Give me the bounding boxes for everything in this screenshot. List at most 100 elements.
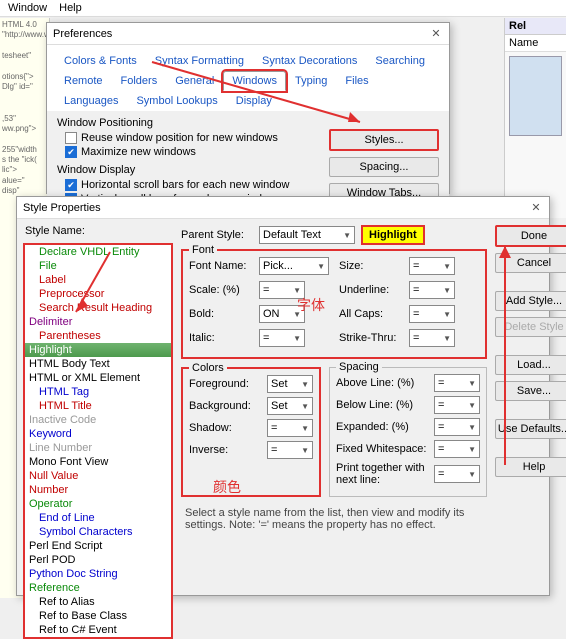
chevron-down-icon: ▼ xyxy=(468,445,476,454)
style-item[interactable]: HTML or XML Element xyxy=(25,371,171,385)
above-line-select[interactable]: =▼ xyxy=(434,374,480,392)
parent-style-label: Parent Style: xyxy=(181,229,253,241)
shadow-select[interactable]: =▼ xyxy=(267,419,313,437)
style-item[interactable]: Search Result Heading xyxy=(25,301,171,315)
code-fragment: HTML 4.0 "http://www.w3.c tesheet" otion… xyxy=(2,20,47,197)
style-item[interactable]: Reference xyxy=(25,581,171,595)
inverse-select[interactable]: =▼ xyxy=(267,441,313,459)
tab-searching[interactable]: Searching xyxy=(366,51,434,71)
hscroll-checkbox[interactable]: ✔Horizontal scroll bars for each new win… xyxy=(65,179,319,191)
highlight-preview: Highlight xyxy=(361,225,425,245)
chevron-down-icon: ▼ xyxy=(301,446,309,455)
italic-select[interactable]: =▼ xyxy=(259,329,305,347)
underline-select[interactable]: =▼ xyxy=(409,281,455,299)
style-item[interactable]: Perl End Script xyxy=(25,539,171,553)
style-item[interactable]: Symbol Characters xyxy=(25,525,171,539)
style-item[interactable]: File xyxy=(25,259,171,273)
tab-languages[interactable]: Languages xyxy=(55,91,127,111)
foreground-select[interactable]: Set▼ xyxy=(267,375,313,393)
tab-folders[interactable]: Folders xyxy=(112,71,167,91)
style-item[interactable]: End of Line xyxy=(25,511,171,525)
spacing-button[interactable]: Spacing... xyxy=(329,157,439,177)
close-icon[interactable]: ✕ xyxy=(529,201,543,214)
load-button[interactable]: Load... xyxy=(495,355,566,375)
colors-group: Colors Foreground:Set▼ Background:Set▼ S… xyxy=(181,367,321,497)
style-item[interactable]: Python Doc String xyxy=(25,567,171,581)
help-button[interactable]: Help xyxy=(495,457,566,477)
style-item[interactable]: Perl POD xyxy=(25,553,171,567)
tab-files[interactable]: Files xyxy=(336,71,377,91)
style-item[interactable]: Line Number xyxy=(25,441,171,455)
expanded-select[interactable]: =▼ xyxy=(434,418,480,436)
tab-general[interactable]: General xyxy=(166,71,223,91)
size-select[interactable]: =▼ xyxy=(409,257,455,275)
chevron-down-icon: ▼ xyxy=(301,402,309,411)
style-list[interactable]: Declare VHDL EntityFileLabelPreprocessor… xyxy=(23,243,173,639)
cancel-button[interactable]: Cancel xyxy=(495,253,566,273)
reuse-window-checkbox[interactable]: Reuse window position for new windows xyxy=(65,132,319,144)
style-item[interactable]: HTML Body Text xyxy=(25,357,171,371)
style-item[interactable]: HTML Tag xyxy=(25,385,171,399)
tab-remote[interactable]: Remote xyxy=(55,71,112,91)
save-button[interactable]: Save... xyxy=(495,381,566,401)
add-style-button[interactable]: Add Style... xyxy=(495,291,566,311)
chevron-down-icon: ▼ xyxy=(443,286,451,295)
chevron-down-icon: ▼ xyxy=(293,334,301,343)
tab-windows[interactable]: Windows xyxy=(223,71,286,91)
tab-symbol-lookups[interactable]: Symbol Lookups xyxy=(127,91,226,111)
done-button[interactable]: Done xyxy=(495,225,566,247)
preferences-dialog: Preferences ✕ Colors & FontsSyntax Forma… xyxy=(46,22,450,194)
style-item[interactable]: Keyword xyxy=(25,427,171,441)
style-item[interactable]: Operator xyxy=(25,497,171,511)
style-item[interactable]: Ref to C# Event xyxy=(25,623,171,637)
chevron-down-icon: ▼ xyxy=(301,424,309,433)
styles-button[interactable]: Styles... xyxy=(329,129,439,151)
print-together-select[interactable]: =▼ xyxy=(434,465,480,483)
fixed-ws-select[interactable]: =▼ xyxy=(434,440,480,458)
tab-typing[interactable]: Typing xyxy=(286,71,336,91)
font-legend: Font xyxy=(189,244,217,256)
style-item[interactable]: Ref to Base Class xyxy=(25,609,171,623)
parent-style-select[interactable]: Default Text▼ xyxy=(259,226,355,244)
chevron-down-icon: ▼ xyxy=(443,310,451,319)
style-item[interactable]: Declare VHDL Entity xyxy=(25,245,171,259)
allcaps-select[interactable]: =▼ xyxy=(409,305,455,323)
chevron-down-icon: ▼ xyxy=(301,380,309,389)
style-item[interactable]: Highlight xyxy=(25,343,171,357)
rel-col-name[interactable]: Name xyxy=(509,37,538,49)
style-item[interactable]: HTML Title xyxy=(25,399,171,413)
style-item[interactable]: Null Value xyxy=(25,469,171,483)
tab-display[interactable]: Display xyxy=(227,91,281,111)
maximize-windows-checkbox[interactable]: ✔Maximize new windows xyxy=(65,146,319,158)
menu-window[interactable]: Window xyxy=(8,2,47,14)
font-name-select[interactable]: Pick...▼ xyxy=(259,257,329,275)
spacing-group: Spacing Above Line: (%)=▼ Below Line: (%… xyxy=(329,367,487,497)
app-menubar[interactable]: Window Help xyxy=(0,0,566,17)
tab-colors-fonts[interactable]: Colors & Fonts xyxy=(55,51,146,71)
bold-label: Bold: xyxy=(189,308,253,320)
style-item[interactable]: Inactive Code xyxy=(25,413,171,427)
sp-title: Style Properties xyxy=(23,202,529,214)
strike-select[interactable]: =▼ xyxy=(409,329,455,347)
close-icon[interactable]: ✕ xyxy=(429,27,443,40)
background-select[interactable]: Set▼ xyxy=(267,397,313,415)
italic-label: Italic: xyxy=(189,332,253,344)
style-item[interactable]: Delimiter xyxy=(25,315,171,329)
style-item[interactable]: Preprocessor xyxy=(25,287,171,301)
tab-syntax-decorations[interactable]: Syntax Decorations xyxy=(253,51,366,71)
menu-help[interactable]: Help xyxy=(59,2,82,14)
expanded-label: Expanded: (%) xyxy=(336,421,428,433)
style-item[interactable]: Ref to Alias xyxy=(25,595,171,609)
below-line-select[interactable]: =▼ xyxy=(434,396,480,414)
style-item[interactable]: Mono Font View xyxy=(25,455,171,469)
delete-style-button[interactable]: Delete Style xyxy=(495,317,566,337)
style-item[interactable]: Label xyxy=(25,273,171,287)
prefs-titlebar[interactable]: Preferences ✕ xyxy=(47,23,449,45)
style-item[interactable]: Number xyxy=(25,483,171,497)
sp-titlebar[interactable]: Style Properties ✕ xyxy=(17,197,549,219)
tab-syntax-formatting[interactable]: Syntax Formatting xyxy=(146,51,253,71)
chevron-down-icon: ▼ xyxy=(293,286,301,295)
style-item[interactable]: Parentheses xyxy=(25,329,171,343)
checkbox-icon: ✔ xyxy=(65,179,77,191)
use-defaults-button[interactable]: Use Defaults... xyxy=(495,419,566,439)
